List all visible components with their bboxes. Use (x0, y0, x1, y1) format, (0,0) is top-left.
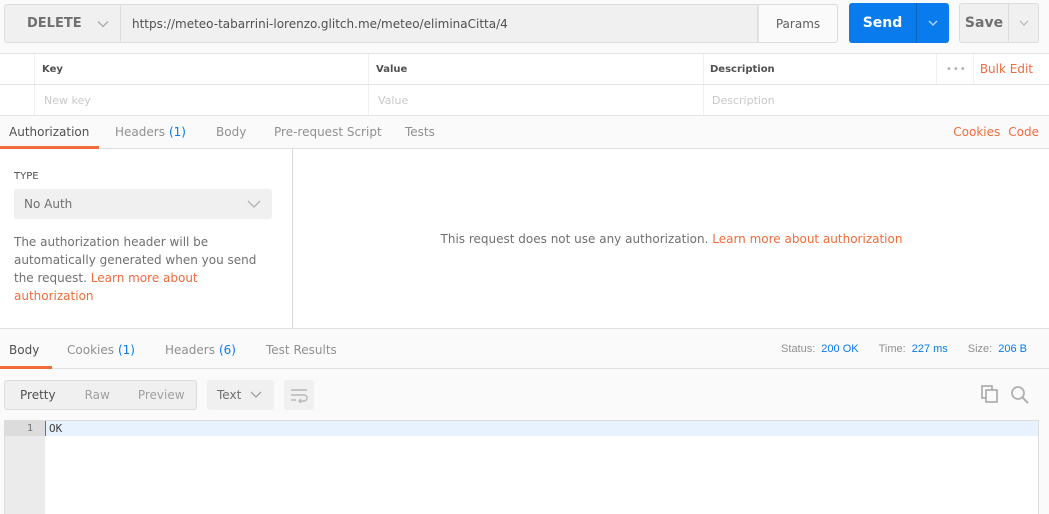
request-links: Cookies Code (953, 116, 1039, 148)
tab-body[interactable]: Body (216, 116, 246, 148)
learn-more-auth-link[interactable]: Learn more about authorization (712, 232, 902, 246)
view-mode-selector: Pretty Raw Preview (4, 380, 197, 410)
authorization-panel: TYPE No Auth The authorization header wi… (0, 149, 1049, 329)
tab-response-body[interactable]: Body (9, 331, 39, 369)
headers-count-badge: (1) (168, 125, 186, 139)
request-bar: DELETE https://meteo-tabarrini-lorenzo.g… (0, 0, 1049, 52)
wrap-lines-button[interactable] (284, 380, 314, 410)
bulk-edit-link[interactable]: Bulk Edit (980, 54, 1033, 84)
tab-label: Test Results (266, 343, 337, 357)
auth-type-select[interactable]: No Auth (14, 189, 272, 219)
params-table: Key Value Description ••• Bulk Edit New … (0, 53, 1049, 116)
search-icon[interactable] (1010, 385, 1030, 405)
params-button[interactable]: Params (758, 4, 838, 43)
tab-headers[interactable]: Headers (1) (115, 116, 186, 148)
new-key-input[interactable]: New key (36, 85, 368, 115)
column-header-key: Key (42, 63, 63, 75)
tab-label: Body (216, 125, 247, 139)
save-button[interactable]: Save (960, 4, 1009, 42)
new-description-input[interactable]: Description (704, 85, 1044, 115)
tab-label: Headers (165, 343, 215, 357)
tab-pre-request-script[interactable]: Pre-request Script (274, 116, 382, 148)
tab-label: Body (9, 343, 40, 357)
response-tabs: Body Cookies (1) Headers (6) Test Results … (0, 330, 1049, 369)
send-button[interactable]: Send (849, 3, 917, 43)
chevron-down-icon (1019, 20, 1028, 26)
params-new-row: New key Value Description (0, 85, 1049, 116)
tab-response-headers[interactable]: Headers (6) (165, 331, 236, 369)
send-dropdown-button[interactable] (917, 3, 949, 43)
save-button-group: Save (959, 3, 1039, 43)
send-button-group: Send (849, 3, 949, 43)
wrap-lines-icon (291, 389, 308, 403)
response-toolbar: Pretty Raw Preview Text (0, 370, 1049, 420)
chevron-down-icon (97, 20, 109, 27)
column-header-description: Description (710, 63, 775, 75)
save-label: Save (964, 15, 1004, 31)
type-label: TYPE (14, 171, 39, 182)
auth-type-panel: TYPE No Auth The authorization header wi… (0, 149, 293, 328)
auth-type-value: No Auth (24, 197, 73, 211)
new-value-input[interactable]: Value (370, 85, 702, 115)
tab-authorization[interactable]: Authorization (9, 116, 89, 148)
time-label: Time: (878, 343, 906, 355)
chevron-down-icon (250, 391, 262, 398)
auth-description: The authorization header will be automat… (14, 233, 272, 305)
tab-label: Authorization (9, 125, 90, 139)
tab-test-results[interactable]: Test Results (266, 331, 337, 369)
headers-count-badge: (6) (218, 343, 236, 357)
url-text: https://meteo-tabarrini-lorenzo.glitch.m… (132, 16, 508, 31)
view-pretty-button[interactable]: Pretty (20, 388, 56, 402)
more-options-button[interactable]: ••• (946, 54, 967, 84)
line-text: OK (45, 421, 1038, 436)
method-select[interactable]: DELETE (4, 4, 120, 43)
chevron-down-icon (247, 200, 261, 208)
code-link[interactable]: Code (1008, 125, 1039, 139)
cookies-count-badge: (1) (117, 343, 135, 357)
chevron-down-icon (928, 20, 938, 26)
params-header-row: Key Value Description ••• Bulk Edit (0, 54, 1049, 85)
cookies-link[interactable]: Cookies (953, 125, 1000, 139)
request-tabs: Authorization Headers (1) Body Pre-reques… (0, 116, 1049, 149)
tab-tests[interactable]: Tests (405, 116, 435, 148)
save-dropdown-button[interactable] (1009, 4, 1038, 42)
tab-label: Pre-request Script (274, 125, 382, 139)
view-raw-button[interactable]: Raw (85, 388, 110, 402)
method-label: DELETE (27, 16, 82, 31)
view-preview-button[interactable]: Preview (138, 388, 185, 402)
url-input[interactable]: https://meteo-tabarrini-lorenzo.glitch.m… (120, 4, 758, 43)
format-select[interactable]: Text (207, 380, 274, 410)
tab-response-cookies[interactable]: Cookies (1) (67, 331, 135, 369)
send-label: Send (862, 15, 903, 31)
status-value: 200 OK (821, 343, 859, 355)
size-label: Size: (967, 343, 993, 355)
column-header-value: Value (376, 63, 408, 75)
active-tab-indicator (0, 366, 52, 369)
copy-icon[interactable] (981, 385, 999, 403)
auth-info-panel: This request does not use any authorizat… (294, 149, 1049, 328)
status-label: Status: (781, 343, 816, 355)
response-meta: Status: 200 OK Time: 227 ms Size: 206 B (781, 330, 1027, 368)
params-label: Params (775, 16, 821, 31)
code-line: 1 OK (5, 421, 1038, 436)
tab-label: Headers (115, 125, 165, 139)
time-value: 227 ms (911, 343, 948, 355)
tab-label: Tests (405, 125, 435, 139)
tab-label: Cookies (67, 343, 114, 357)
size-value: 206 B (998, 343, 1027, 355)
response-body-editor[interactable]: 1 OK (4, 420, 1039, 514)
format-value: Text (217, 388, 242, 402)
line-number: 1 (5, 421, 45, 436)
no-auth-message: This request does not use any authorizat… (440, 231, 709, 246)
